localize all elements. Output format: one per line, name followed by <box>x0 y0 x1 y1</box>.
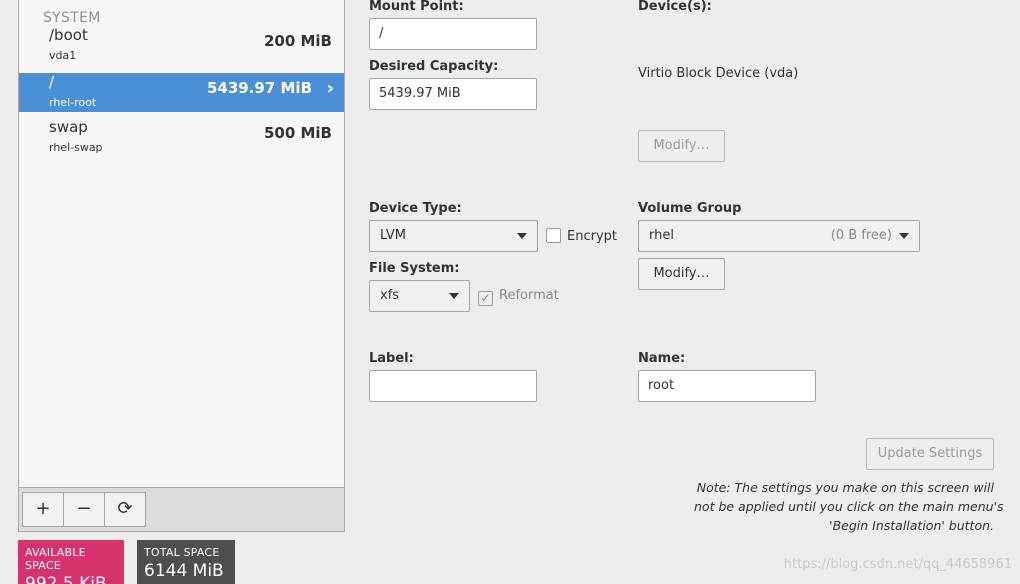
partition-size: 200 MiB <box>263 32 332 50</box>
chevron-down-icon <box>899 233 909 239</box>
remove-partition-button[interactable]: − <box>63 492 105 527</box>
check-icon: ✓ <box>478 291 493 306</box>
note-line: 'Begin Installation' button. <box>829 518 994 533</box>
settings-note: Note: The settings you make on this scre… <box>694 478 1004 535</box>
device-type-dropdown[interactable]: LVM <box>369 220 538 252</box>
volume-group-label: Volume Group <box>638 201 742 216</box>
name-input[interactable]: root <box>638 370 816 402</box>
volume-group-value: rhel <box>649 228 674 243</box>
devices-modify-button[interactable]: Modify… <box>638 130 725 162</box>
file-system-value: xfs <box>380 288 400 303</box>
encrypt-checkbox[interactable]: Encrypt <box>546 228 617 244</box>
partition-device: rhel-swap <box>49 141 103 154</box>
update-settings-button[interactable]: Update Settings <box>866 438 994 470</box>
label-input[interactable] <box>369 370 537 402</box>
partition-name: swap <box>49 118 88 136</box>
partition-name: /boot <box>49 26 88 44</box>
partition-list-panel: SYSTEM /boot vda1 200 MiB / rhel-root 54… <box>18 0 345 532</box>
partition-name: / <box>49 73 55 91</box>
partition-row-root[interactable]: / rhel-root 5439.97 MiB › <box>19 73 344 112</box>
volume-group-dropdown[interactable]: rhel (0 B free) <box>638 220 920 252</box>
chevron-right-icon: › <box>326 78 334 99</box>
chevron-down-icon <box>517 233 527 239</box>
mount-point-input[interactable]: / <box>369 18 537 50</box>
total-space-value: 6144 MiB <box>144 561 224 581</box>
section-title: SYSTEM <box>43 10 101 26</box>
partition-row-boot[interactable]: /boot vda1 200 MiB <box>19 26 344 65</box>
device-type-label: Device Type: <box>369 201 462 216</box>
file-system-dropdown[interactable]: xfs <box>369 280 470 312</box>
checkbox-box[interactable] <box>546 228 561 243</box>
note-line: Note: The settings you make on this scre… <box>696 480 994 495</box>
add-partition-button[interactable]: + <box>22 492 64 527</box>
device-type-value: LVM <box>380 228 406 243</box>
available-space-value: 992.5 KiB <box>25 574 107 584</box>
label-field-label: Label: <box>369 351 414 366</box>
available-space-badge: AVAILABLE SPACE 992.5 KiB <box>18 540 124 584</box>
partition-device: rhel-root <box>49 96 97 109</box>
total-space-label: TOTAL SPACE <box>144 546 220 559</box>
reformat-label: Reformat <box>499 288 559 303</box>
mount-point-label: Mount Point: <box>369 0 464 14</box>
partition-row-swap[interactable]: swap rhel-swap 500 MiB <box>19 118 344 157</box>
name-field-label: Name: <box>638 351 686 366</box>
partition-size: 5439.97 MiB <box>206 79 312 97</box>
partition-device: vda1 <box>49 49 77 62</box>
file-system-label: File System: <box>369 261 460 276</box>
watermark: https://blog.csdn.net/qq_44658961 <box>783 557 1012 572</box>
volume-group-free: (0 B free) <box>830 228 892 243</box>
refresh-icon[interactable]: ⟳ <box>104 492 146 527</box>
desired-capacity-label: Desired Capacity: <box>369 59 499 74</box>
device-name: Virtio Block Device (vda) <box>638 66 799 81</box>
desired-capacity-input[interactable]: 5439.97 MiB <box>369 78 537 110</box>
chevron-down-icon <box>449 293 459 299</box>
volume-group-modify-button[interactable]: Modify… <box>638 258 725 290</box>
partition-toolbar: + − ⟳ <box>19 487 344 531</box>
encrypt-label: Encrypt <box>567 229 617 244</box>
note-line: not be applied until you click on the ma… <box>694 499 1004 514</box>
reformat-checkbox[interactable]: ✓ Reformat <box>478 288 559 306</box>
total-space-badge: TOTAL SPACE 6144 MiB <box>137 540 235 584</box>
devices-label: Device(s): <box>638 0 712 14</box>
partition-size: 500 MiB <box>263 124 332 142</box>
available-space-label: AVAILABLE SPACE <box>25 546 86 572</box>
